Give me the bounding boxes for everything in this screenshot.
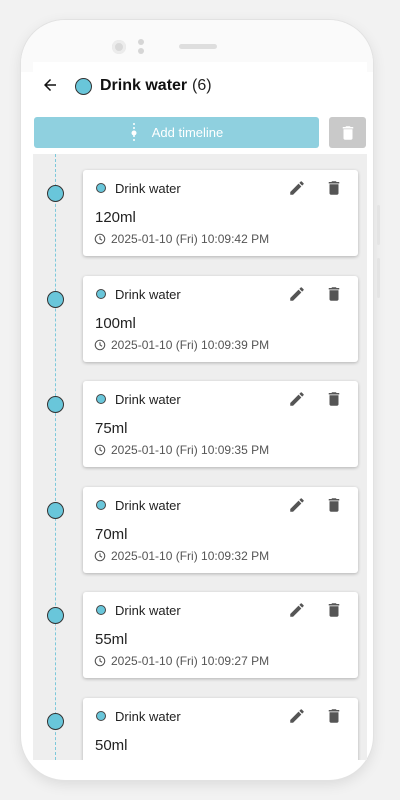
entry-color-dot — [96, 710, 106, 721]
entry-time: 2025-01-10 (Fri) 10:09:32 PM — [111, 548, 270, 563]
sensor-dot — [138, 48, 144, 54]
entry-color-dot — [96, 499, 106, 510]
trash-icon[interactable] — [325, 390, 343, 408]
volume-button — [377, 205, 380, 245]
category-color-dot — [75, 78, 92, 95]
timeline-node — [47, 712, 64, 730]
entry-color-dot — [96, 183, 106, 193]
timeline-card[interactable]: Drink water 75ml 2025-01-10 (Fri) 10:09:… — [83, 381, 358, 467]
camera-icon — [112, 40, 126, 54]
entry-amount: 75ml — [95, 420, 128, 437]
entry-time: 2025-01-10 (Fri) 10:09:27 PM — [111, 654, 270, 668]
entry-amount: 100ml — [95, 314, 136, 332]
timeline-card[interactable]: Drink water 100ml 2025-01-10 (Fri) 10:09… — [83, 275, 358, 362]
entry-color-dot — [96, 394, 106, 404]
entry-name: Drink water — [115, 286, 181, 302]
volume-button — [377, 258, 380, 298]
timeline-item: Drink water 70ml 2025-01-10 (Fri) 10:09:… — [33, 486, 367, 577]
timeline-item: Drink water 100ml 2025-01-10 (Fri) 10:09… — [33, 275, 367, 366]
clock-icon — [94, 655, 106, 667]
entry-count: (6) — [192, 77, 212, 94]
entry-amount: 55ml — [95, 631, 128, 648]
entry-amount: 70ml — [95, 525, 128, 543]
trash-icon — [342, 125, 353, 140]
entry-amount: 50ml — [95, 736, 128, 754]
clock-icon — [94, 339, 106, 350]
pencil-icon[interactable] — [288, 390, 306, 408]
trash-icon[interactable] — [325, 601, 343, 619]
timeline-node — [47, 607, 64, 624]
app-screen: Drink water (6) Add timeline Drink water… — [33, 62, 367, 760]
timeline-icon — [131, 122, 137, 143]
add-timeline-label: Add timeline — [151, 125, 224, 140]
entry-time: 2025-01-10 (Fri) 10:09:39 PM — [111, 337, 270, 352]
entry-color-dot — [96, 605, 106, 615]
trash-icon[interactable] — [325, 496, 343, 514]
timeline-item: Drink water 120ml 2025-01-10 (Fri) 10:09… — [33, 170, 367, 260]
timeline-card[interactable]: Drink water 50ml — [83, 697, 358, 760]
app-bar: Drink water (6) — [33, 62, 367, 112]
clock-icon — [94, 444, 106, 456]
timeline-node — [47, 396, 64, 413]
timeline-node — [47, 501, 64, 519]
timeline-node — [47, 185, 64, 202]
add-timeline-button[interactable]: Add timeline — [34, 117, 319, 148]
timeline-node — [47, 290, 64, 308]
clock-icon — [94, 550, 106, 561]
timeline-item: Drink water 55ml 2025-01-10 (Fri) 10:09:… — [33, 592, 367, 682]
timeline-item: Drink water 50ml — [33, 697, 367, 760]
pencil-icon[interactable] — [288, 179, 306, 197]
entry-name: Drink water — [115, 392, 181, 407]
timeline-card[interactable]: Drink water 120ml 2025-01-10 (Fri) 10:09… — [83, 170, 358, 256]
timeline-card[interactable]: Drink water 70ml 2025-01-10 (Fri) 10:09:… — [83, 486, 358, 573]
sensor-dot — [138, 39, 144, 45]
pencil-icon[interactable] — [288, 601, 306, 619]
timeline-card[interactable]: Drink water 55ml 2025-01-10 (Fri) 10:09:… — [83, 592, 358, 678]
page-title: Drink water — [100, 77, 188, 94]
timeline-item: Drink water 75ml 2025-01-10 (Fri) 10:09:… — [33, 381, 367, 471]
clock-icon — [94, 233, 106, 245]
pencil-icon[interactable] — [288, 707, 306, 725]
pencil-icon[interactable] — [288, 496, 306, 514]
timeline-list[interactable]: Drink water 120ml 2025-01-10 (Fri) 10:09… — [33, 154, 367, 760]
entry-name: Drink water — [115, 603, 181, 618]
trash-icon[interactable] — [325, 707, 343, 725]
trash-icon[interactable] — [325, 285, 343, 303]
entry-amount: 120ml — [95, 209, 136, 226]
entry-time: 2025-01-10 (Fri) 10:09:35 PM — [111, 443, 270, 457]
pencil-icon[interactable] — [288, 285, 306, 303]
entry-color-dot — [96, 288, 106, 299]
delete-all-button[interactable] — [329, 117, 366, 148]
entry-name: Drink water — [115, 181, 181, 196]
trash-icon[interactable] — [325, 179, 343, 197]
speaker-grille — [179, 44, 217, 49]
entry-name: Drink water — [115, 708, 181, 724]
entry-time: 2025-01-10 (Fri) 10:09:42 PM — [111, 232, 270, 246]
entry-name: Drink water — [115, 497, 181, 513]
arrow-left-icon[interactable] — [41, 76, 59, 94]
